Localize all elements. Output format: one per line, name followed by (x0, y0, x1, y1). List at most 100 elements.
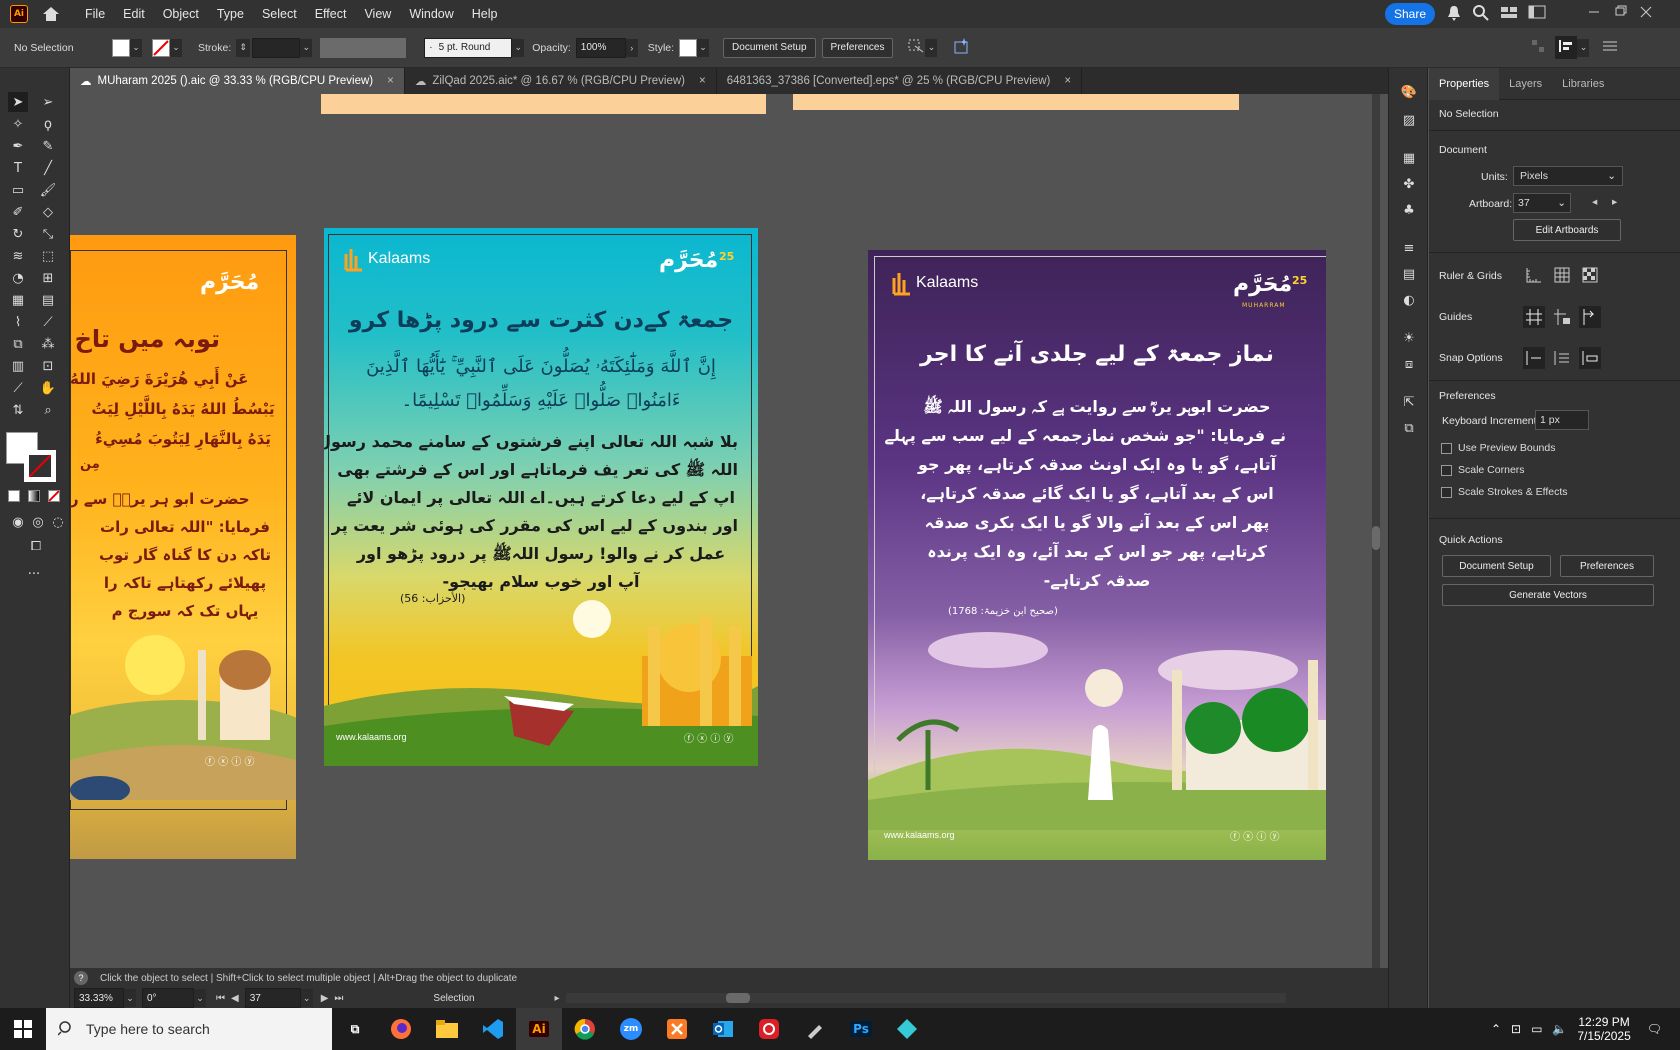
tab-close-icon[interactable]: × (387, 75, 394, 87)
tab-properties[interactable]: Properties (1429, 67, 1500, 100)
edit-artboards-button[interactable]: Edit Artboards (1513, 219, 1621, 241)
tray-network-icon[interactable]: ⊡ (1511, 1022, 1521, 1036)
scale-strokes-checkbox[interactable]: Scale Strokes & Effects (1441, 486, 1568, 498)
more-tools-icon[interactable]: ··· (24, 564, 44, 584)
creative-cloud-icon[interactable] (746, 1008, 792, 1050)
properties-dropdown[interactable]: ⌄ (1577, 38, 1590, 57)
units-select[interactable]: Pixels ⌄ (1513, 166, 1623, 186)
transparency-grid-icon[interactable] (1581, 266, 1599, 284)
checkbox-box[interactable] (1441, 486, 1452, 498)
artboards-panel-icon[interactable]: ⧉ (1399, 418, 1419, 438)
align-icon[interactable] (1531, 39, 1545, 56)
ruler-icon[interactable] (1525, 266, 1543, 284)
transform-icon[interactable] (907, 38, 925, 57)
direct-selection-tool-icon[interactable]: ➢ (38, 92, 58, 112)
tab-close-icon[interactable]: × (1064, 75, 1071, 87)
hand-tool-icon[interactable]: ✋ (38, 378, 58, 398)
eraser-icon[interactable]: ◇ (38, 202, 58, 222)
rotate-view-icon[interactable]: ⇅ (8, 400, 28, 420)
menu-help[interactable]: Help (463, 0, 507, 28)
blend-tool-icon[interactable]: ⧉ (8, 334, 28, 354)
tab-muharam[interactable]: ☁ MUharam 2025 ().aic @ 33.33 % (RGB/CPU… (70, 68, 405, 94)
snap-point-icon[interactable] (1523, 347, 1545, 369)
preferences-button[interactable]: Preferences (821, 37, 894, 58)
opacity-field[interactable]: 100% (575, 37, 626, 58)
show-guides-icon[interactable] (1523, 306, 1545, 328)
gradient-mode-icon[interactable] (28, 490, 40, 502)
mesh-tool-icon[interactable]: ▦ (8, 290, 28, 310)
document-setup-panel-button[interactable]: Document Setup (1442, 555, 1551, 577)
tab-close-icon[interactable]: × (699, 75, 706, 87)
menu-view[interactable]: View (355, 0, 400, 28)
brush-field[interactable]: · 5 pt. Round (424, 37, 513, 58)
pen-tool-icon[interactable]: ✒ (8, 136, 28, 156)
menu-edit[interactable]: Edit (114, 0, 154, 28)
stroke-weight-dropdown[interactable]: ⌄ (300, 38, 313, 57)
appearance-icon[interactable]: ☀ (1399, 328, 1419, 348)
snap-pixel-icon[interactable] (1579, 347, 1601, 369)
eyedropper-icon[interactable]: ⌇ (8, 312, 28, 332)
menu-select[interactable]: Select (253, 0, 306, 28)
curvature-tool-icon[interactable]: ✎ (38, 136, 58, 156)
zoom-tool-icon[interactable]: ⌕ (38, 400, 58, 420)
opacity-arrow[interactable]: › (625, 38, 638, 57)
document-setup-button[interactable]: Document Setup (723, 37, 816, 58)
use-preview-bounds-checkbox[interactable]: Use Preview Bounds (1441, 442, 1555, 454)
variable-width-profile[interactable] (320, 37, 407, 58)
zoom-field[interactable]: 33.33% (74, 988, 124, 1008)
stroke-color-icon[interactable] (24, 450, 56, 482)
draw-normal-icon[interactable]: ◉ (8, 512, 28, 532)
brushes-icon[interactable]: ✤ (1399, 174, 1419, 194)
checkbox-box[interactable] (1441, 464, 1452, 476)
pen-app-icon[interactable] (792, 1008, 838, 1050)
tray-chevron-icon[interactable]: ⌃ (1491, 1022, 1501, 1036)
draw-inside-icon[interactable]: ◌ (48, 512, 68, 532)
stroke-swatch[interactable] (152, 38, 170, 57)
slice-tool-icon[interactable]: ⟋ (8, 378, 28, 398)
menu-type[interactable]: Type (208, 0, 253, 28)
artboard-left[interactable]: مُحَرَّم توبہ میں تاخ عَنْ أَبِي هُرَيْر… (70, 235, 296, 859)
brush-dropdown[interactable]: ⌄ (512, 38, 525, 57)
artboard-nav-field[interactable]: 37 (244, 988, 301, 1008)
tab-zilqad[interactable]: ☁ ZilQad 2025.aic* @ 16.67 % (RGB/CPU Pr… (405, 68, 717, 94)
canvas[interactable]: مُحَرَّم توبہ میں تاخ عَنْ أَبِي هُرَيْر… (70, 94, 1380, 969)
grid-icon[interactable] (1553, 266, 1571, 284)
scale-corners-checkbox[interactable]: Scale Corners (1441, 464, 1525, 476)
gradient-tool-icon[interactable]: ▤ (38, 290, 58, 310)
file-explorer-icon[interactable] (424, 1008, 470, 1050)
zoom-icon[interactable]: zm (608, 1008, 654, 1050)
export-icon[interactable]: ⇱ (1399, 392, 1419, 412)
shape-builder-icon[interactable]: ◔ (8, 268, 28, 288)
symbol-sprayer-icon[interactable]: ⁂ (38, 334, 58, 354)
stroke-panel-icon[interactable]: ≡ (1399, 238, 1419, 258)
properties-toggle-icon[interactable] (1555, 36, 1578, 59)
artboard-top-right[interactable] (793, 94, 1239, 110)
rotate-dropdown[interactable]: ⌄ (194, 989, 206, 1007)
tray-battery-icon[interactable]: ▭ (1531, 1022, 1542, 1036)
selection-tool-icon[interactable]: ➤ (8, 92, 28, 112)
share-button[interactable]: Share (1385, 3, 1435, 25)
status-menu-arrow[interactable]: ▸ (555, 993, 560, 1004)
xampp-icon[interactable] (654, 1008, 700, 1050)
last-artboard-icon[interactable]: ⏭ (334, 993, 343, 1004)
clock[interactable]: 12:29 PM 7/15/2025 (1577, 1015, 1630, 1043)
artboard-select[interactable]: 37 ⌄ (1513, 193, 1571, 213)
free-transform-icon[interactable]: ⬚ (38, 246, 58, 266)
menu-effect[interactable]: Effect (306, 0, 356, 28)
paintbrush-icon[interactable]: 🖌 (38, 180, 58, 200)
tab-layers[interactable]: Layers (1499, 68, 1552, 100)
lasso-icon[interactable]: ϙ (38, 114, 58, 134)
menu-window[interactable]: Window (400, 0, 462, 28)
next-artboard-icon[interactable]: ▶ (321, 993, 329, 1004)
restore-icon[interactable] (1612, 4, 1628, 23)
fill-swatch[interactable] (112, 38, 130, 57)
photoshop-icon[interactable]: Ps (838, 1008, 884, 1050)
firefox-icon[interactable] (378, 1008, 424, 1050)
tray-volume-icon[interactable]: 🔈 (1552, 1022, 1567, 1036)
color-mode-icon[interactable] (8, 490, 20, 502)
shaper-tool-icon[interactable]: ✐ (8, 202, 28, 222)
chrome-icon[interactable] (562, 1008, 608, 1050)
artboard-right[interactable]: Kalaams مُحَرَّم 25 MUHARRAM نماز جمعۃ ک… (868, 250, 1326, 860)
magic-wand-icon[interactable]: ✧ (8, 114, 28, 134)
bell-icon[interactable] (1446, 4, 1462, 25)
